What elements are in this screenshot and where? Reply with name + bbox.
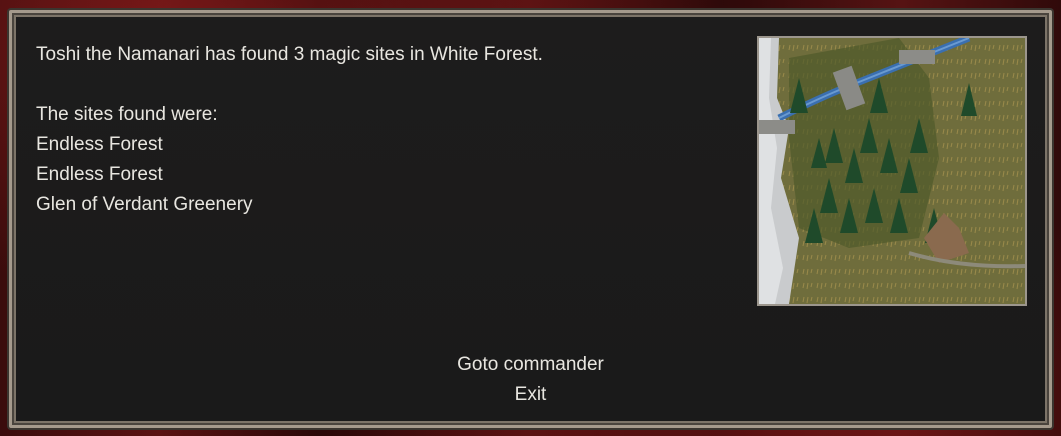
site-item: Endless Forest xyxy=(36,164,163,185)
site-item: Glen of Verdant Greenery xyxy=(36,194,253,215)
map-image xyxy=(759,38,1025,304)
sites-heading: The sites found were: xyxy=(36,104,218,125)
goto-commander-button[interactable]: Goto commander xyxy=(457,350,604,380)
province-map-thumbnail xyxy=(757,36,1027,306)
action-buttons: Goto commander Exit xyxy=(0,350,1061,410)
exit-button[interactable]: Exit xyxy=(515,380,547,410)
message-headline: Toshi the Namanari has found 3 magic sit… xyxy=(36,44,543,65)
message-text: Toshi the Namanari has found 3 magic sit… xyxy=(36,40,543,220)
site-item: Endless Forest xyxy=(36,134,163,155)
